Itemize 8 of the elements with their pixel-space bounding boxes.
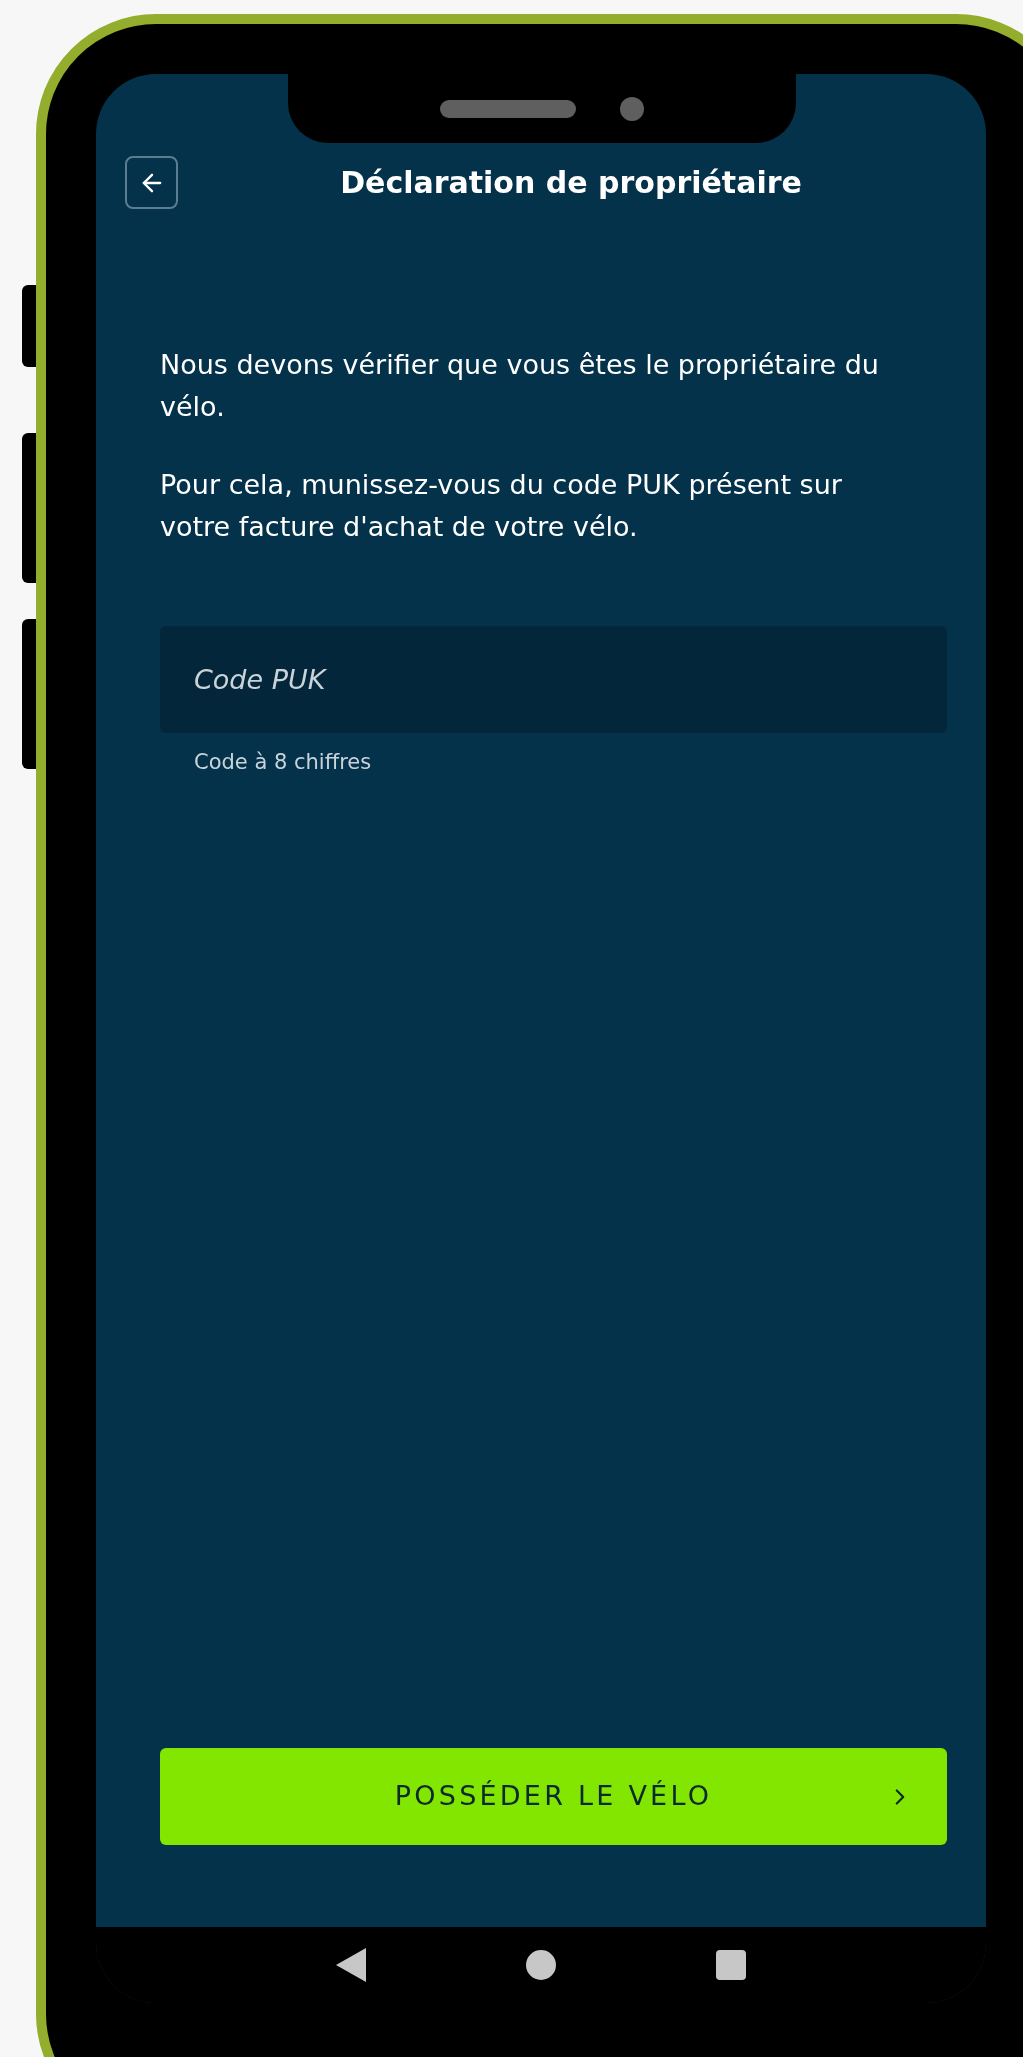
info-paragraph: Pour cela, munissez-vous du code PUK présent sur votre facture d'achat de votre vélo. (160, 468, 843, 544)
info-paragraph: Nous devons vérifier que vous êtes le propriétaire du vélo. (160, 348, 880, 424)
back-triangle-icon[interactable] (336, 1948, 366, 1982)
puk-input-field[interactable]: Code PUK (160, 626, 947, 733)
back-button[interactable] (125, 156, 178, 209)
screen-title: Déclaration de propriétaire (340, 164, 802, 202)
helper-text: Code à 8 chiffres (194, 749, 372, 776)
own-bike-button[interactable]: POSSÉDER LE VÉLO (160, 1748, 947, 1845)
